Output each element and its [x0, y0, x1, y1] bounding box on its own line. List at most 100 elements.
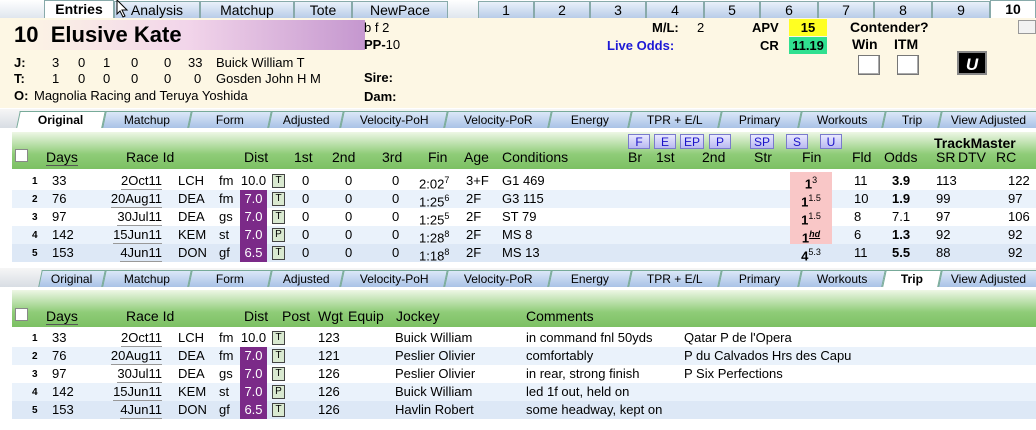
days-value: 76: [52, 348, 67, 363]
col2-equip[interactable]: Equip: [348, 308, 384, 324]
tab-entries[interactable]: Entries: [44, 0, 114, 18]
jockey-name: Havlin Robert: [395, 402, 474, 417]
pp-subtab-bar: Original Matchup Form Adjusted Velocity-…: [0, 109, 1036, 128]
col-sr[interactable]: SR: [936, 149, 955, 165]
tab-race-8[interactable]: 8: [874, 1, 932, 18]
col2-days[interactable]: Days: [46, 308, 78, 325]
tab-primary[interactable]: Primary: [718, 111, 802, 128]
col-dist[interactable]: Dist: [244, 149, 268, 165]
tab2-tpr-el[interactable]: TPR + E/L: [628, 270, 722, 287]
tab2-adjusted[interactable]: Adjusted: [268, 270, 344, 287]
u-button[interactable]: U: [957, 51, 987, 75]
tab-velocity-poh[interactable]: Velocity-PoH: [340, 111, 448, 128]
col-rc[interactable]: RC: [996, 149, 1016, 165]
col-race-id[interactable]: Race Id: [126, 149, 174, 165]
col-3rd[interactable]: 3rd: [382, 149, 402, 165]
select-all-checkbox-2[interactable]: [15, 308, 28, 321]
col-dtv[interactable]: DTV: [958, 149, 986, 165]
col-days[interactable]: Days: [46, 149, 78, 166]
tab-race-5[interactable]: 5: [704, 1, 760, 18]
tab-matchup[interactable]: Matchup: [200, 1, 294, 18]
table-row[interactable]: 3 97 30Jul11 DEA gs 7.0 T 0 0 0 1:255 2F ST 79 11.5 8 7…: [12, 208, 1036, 227]
tab-original[interactable]: Original: [16, 111, 106, 128]
table-row[interactable]: 1 33 2Oct11 LCH fm 10.0 T 123 Buick William in co…: [12, 329, 1036, 347]
pace-e-button[interactable]: E: [654, 134, 676, 149]
col2-race-id[interactable]: Race Id: [126, 308, 174, 324]
tab-trip[interactable]: Trip: [882, 111, 942, 128]
days-value: 33: [52, 330, 67, 345]
tab2-velocity-por[interactable]: Velocity-PoR: [444, 270, 552, 287]
track-code: LCH: [178, 173, 205, 188]
table-row[interactable]: 3 97 30Jul11 DEA gs 7.0 T 126 Peslier Olivier in …: [12, 365, 1036, 383]
tab-form[interactable]: Form: [188, 111, 272, 128]
jockey-name: Peslier Olivier: [395, 366, 476, 381]
tab2-velocity-poh[interactable]: Velocity-PoH: [340, 270, 448, 287]
col-conditions[interactable]: Conditions: [502, 149, 568, 165]
tab2-view-adjusted[interactable]: View Adjusted: [938, 270, 1036, 287]
tab-newpace[interactable]: NewPace: [352, 1, 448, 18]
tab2-primary[interactable]: Primary: [718, 270, 802, 287]
pace-s-button[interactable]: S: [786, 134, 808, 149]
pace-f-button[interactable]: F: [628, 134, 650, 149]
col2-jockey[interactable]: Jockey: [396, 308, 440, 324]
table-row[interactable]: 5 153 4Jun11 DON gf 6.5 T 126 Havlin Robert some …: [12, 401, 1036, 419]
table-row[interactable]: 4 142 15Jun11 KEM st 7.0 P 0 0 0 1:288 2F MS 8 1hd 6 1.…: [12, 226, 1036, 245]
row-index: 3: [32, 369, 38, 380]
tab2-original[interactable]: Original: [38, 270, 106, 287]
col2-dist[interactable]: Dist: [244, 308, 268, 324]
tab-race-7[interactable]: 7: [818, 1, 874, 18]
tab-velocity-por[interactable]: Velocity-PoR: [444, 111, 552, 128]
col2-comments[interactable]: Comments: [526, 308, 594, 324]
side-button[interactable]: [1018, 20, 1036, 34]
col2-wgt[interactable]: Wgt: [318, 308, 343, 324]
tab2-energy[interactable]: Energy: [548, 270, 632, 287]
table-row[interactable]: 2 76 20Aug11 DEA fm 7.0 T 121 Peslier Olivier com…: [12, 347, 1036, 365]
tab-tpr-el[interactable]: TPR + E/L: [628, 111, 722, 128]
col-call-fin[interactable]: Fin: [802, 149, 821, 165]
pace-sp-button[interactable]: SP: [750, 134, 774, 149]
days-value: 142: [52, 384, 74, 399]
tab-tote[interactable]: Tote: [294, 1, 352, 18]
pace-ep-button[interactable]: EP: [680, 134, 704, 149]
itm-checkbox[interactable]: [897, 55, 919, 75]
col-fin[interactable]: Fin: [428, 149, 447, 165]
col-call-2nd[interactable]: 2nd: [702, 149, 725, 165]
tab-race-1[interactable]: 1: [478, 1, 534, 18]
col-odds[interactable]: Odds: [884, 149, 917, 165]
odds: 5.5: [892, 245, 911, 260]
col-br[interactable]: Br: [628, 149, 642, 165]
race-name: P du Calvados Hrs des Capu: [684, 348, 852, 363]
pace-p-button[interactable]: P: [709, 134, 731, 149]
tab-race-2[interactable]: 2: [534, 1, 590, 18]
tab2-matchup[interactable]: Matchup: [102, 270, 192, 287]
tab-race-9[interactable]: 9: [932, 1, 990, 18]
distance: 7.0: [240, 226, 267, 244]
col-str[interactable]: Str: [754, 149, 772, 165]
col-2nd[interactable]: 2nd: [332, 149, 355, 165]
table-row[interactable]: 5 153 4Jun11 DON gf 6.5 T 0 0 0 1:188 2F MS 13 45.3 11…: [12, 244, 1036, 263]
tab-matchup[interactable]: Matchup: [102, 111, 192, 128]
win-checkbox[interactable]: [858, 55, 880, 75]
tab-race-6[interactable]: 6: [760, 1, 818, 18]
tab-race-10[interactable]: 10: [990, 0, 1036, 18]
pace-u-button[interactable]: U: [820, 134, 842, 149]
tab2-workouts[interactable]: Workouts: [798, 270, 886, 287]
tab2-form[interactable]: Form: [188, 270, 272, 287]
col-fld[interactable]: Fld: [852, 149, 871, 165]
tab-race-3[interactable]: 3: [590, 1, 646, 18]
col-age[interactable]: Age: [464, 149, 489, 165]
tab-energy[interactable]: Energy: [548, 111, 632, 128]
col-1st[interactable]: 1st: [294, 149, 313, 165]
table-row[interactable]: 1 33 2Oct11 LCH fm 10.0 T 0 0 0 2:027 3+F G1 469 13 11…: [12, 172, 1036, 191]
col-call-1st[interactable]: 1st: [656, 149, 675, 165]
tab-workouts[interactable]: Workouts: [798, 111, 886, 128]
table-row[interactable]: 2 76 20Aug11 DEA fm 7.0 T 0 0 0 1:256 2F G3 115 11.5 1…: [12, 190, 1036, 209]
tab-view-adjusted[interactable]: View Adjusted: [938, 111, 1036, 128]
table-row[interactable]: 4 142 15Jun11 KEM st 7.0 P 126 Buick William led …: [12, 383, 1036, 401]
tab-race-4[interactable]: 4: [646, 1, 704, 18]
tab2-trip[interactable]: Trip: [882, 270, 942, 287]
select-all-checkbox[interactable]: [15, 149, 28, 162]
col2-post[interactable]: Post: [282, 308, 310, 324]
race-date: 15Jun11: [113, 384, 162, 401]
tab-adjusted[interactable]: Adjusted: [268, 111, 344, 128]
